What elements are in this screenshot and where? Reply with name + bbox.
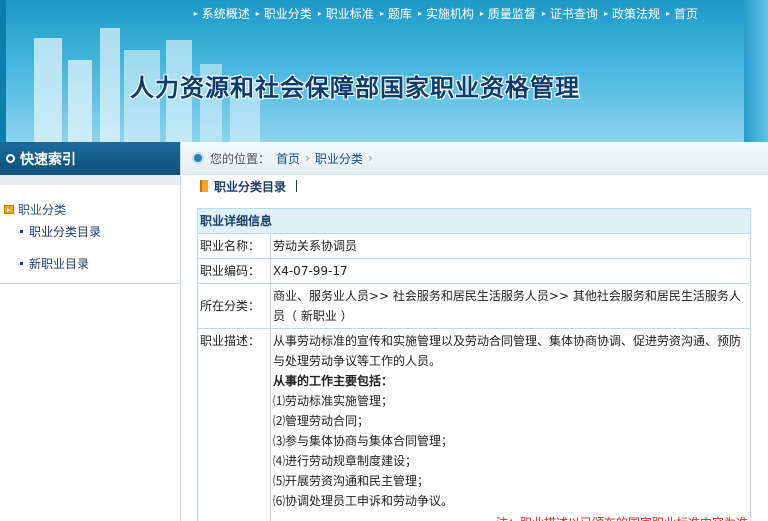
location-icon	[192, 152, 204, 164]
standard-note: 注：职业描述以已颁布的国家职业标准内容为准	[273, 513, 748, 521]
site-title: 人力资源和社会保障部国家职业资格管理	[130, 74, 580, 102]
table-row: 职业编码： X4-07-99-17	[197, 258, 751, 284]
category-label: 所在分类：	[197, 283, 271, 329]
banner-left-stripe	[0, 0, 6, 142]
description-label: 职业描述：	[197, 328, 271, 521]
nav-policies[interactable]: ▸ 政策法规	[604, 5, 660, 22]
breadcrumb: 您的位置： 首页 › 职业分类 ›	[182, 142, 768, 175]
task-item: ⑷进行劳动规章制度建设；	[273, 454, 418, 468]
task-item: ⑵管理劳动合同；	[273, 414, 370, 428]
nav-certificate-query[interactable]: ▸ 证书查询	[542, 5, 598, 22]
sidebar-header: 快速索引	[0, 142, 180, 175]
task-item: ⑴劳动标准实施管理；	[273, 394, 394, 408]
table-row: 所在分类： 商业、服务业人员>> 社会服务和居民生活服务人员>> 其他社会服务和…	[197, 283, 751, 329]
tasks-heading: 从事的工作主要包括：	[273, 374, 394, 388]
table-row: 职业名称： 劳动关系协调员	[197, 233, 751, 259]
table-row: 职业描述： 从事劳动标准的宣传和实施管理以及劳动合同管理、集体协商协调、促进劳资…	[197, 328, 751, 521]
occupation-category: 商业、服务业人员>> 社会服务和居民生活服务人员>> 其他社会服务和居民生活服务…	[270, 283, 751, 329]
sidebar-title: 快速索引	[20, 151, 76, 168]
sidebar-item-classification-catalog[interactable]: 职业分类目录	[0, 220, 180, 242]
banner-right-stripe	[744, 0, 768, 142]
occupation-code: X4-07-99-17	[270, 258, 751, 284]
sidebar-category[interactable]: 职业分类	[0, 201, 180, 218]
chevron-right-icon: ›	[367, 151, 373, 165]
site-banner: ▸ 系统概述 ▸ 职业分类 ▸ 职业标准 ▸ 题库 ▸ 实施机构 ▸ 质量监督 ▸ 证书查询 …	[0, 0, 768, 142]
section-heading: 职业分类目录	[182, 175, 768, 197]
sidebar-item-new-occupation-catalog[interactable]: 新职业目录	[0, 252, 180, 274]
detail-heading: 职业详细信息	[197, 208, 751, 234]
occupation-description: 从事劳动标准的宣传和实施管理以及劳动合同管理、集体协商协调、促进劳资沟通、预防与…	[273, 334, 742, 368]
nav-quality-supervision[interactable]: ▸ 质量监督	[480, 5, 536, 22]
sidebar-divider	[0, 283, 181, 284]
task-item: ⑹协调处理员工申诉和劳动争议。	[273, 494, 454, 508]
top-navigation: ▸ 系统概述 ▸ 职业分类 ▸ 职业标准 ▸ 题库 ▸ 实施机构 ▸ 质量监督 ▸ 证书查询 …	[188, 4, 698, 22]
flag-icon	[200, 180, 208, 192]
name-label: 职业名称：	[197, 233, 271, 259]
table-row: 职业详细信息	[197, 208, 751, 234]
bullet-icon	[20, 261, 23, 265]
nav-occupation-classification[interactable]: ▸ 职业分类	[256, 5, 312, 22]
nav-question-bank[interactable]: ▸ 题库	[380, 5, 412, 22]
nav-implementing-agencies[interactable]: ▸ 实施机构	[418, 5, 474, 22]
main-content: 您的位置： 首页 › 职业分类 › 职业分类目录 职业详细信息 职业名称： 劳动…	[182, 142, 768, 521]
nav-system-overview[interactable]: ▸ 系统概述	[194, 5, 250, 22]
folder-arrow-icon	[4, 205, 14, 214]
sidebar-band	[0, 175, 180, 185]
occupation-description-cell: 从事劳动标准的宣传和实施管理以及劳动合同管理、集体协商协调、促进劳资沟通、预防与…	[270, 328, 751, 521]
text-cursor	[296, 180, 298, 192]
bullet-icon	[20, 229, 23, 233]
chevron-right-icon: ›	[305, 151, 310, 165]
nav-occupation-standards[interactable]: ▸ 职业标准	[318, 5, 374, 22]
occupation-detail-table: 职业详细信息 职业名称： 劳动关系协调员 职业编码： X4-07-99-17 所…	[197, 208, 751, 521]
breadcrumb-prefix: 您的位置：	[210, 151, 271, 166]
occupation-name: 劳动关系协调员	[270, 233, 751, 259]
task-item: ⑸开展劳资沟通和民主管理；	[273, 474, 430, 488]
nav-home[interactable]: ▸ 首页	[666, 5, 698, 22]
breadcrumb-classification[interactable]: 职业分类	[315, 150, 363, 167]
code-label: 职业编码：	[197, 258, 271, 284]
ring-icon	[6, 154, 15, 163]
task-item: ⑶参与集体协商与集体合同管理；	[273, 434, 454, 448]
breadcrumb-home[interactable]: 首页	[276, 150, 300, 167]
sidebar: 快速索引 职业分类 职业分类目录 新职业目录	[0, 142, 181, 521]
